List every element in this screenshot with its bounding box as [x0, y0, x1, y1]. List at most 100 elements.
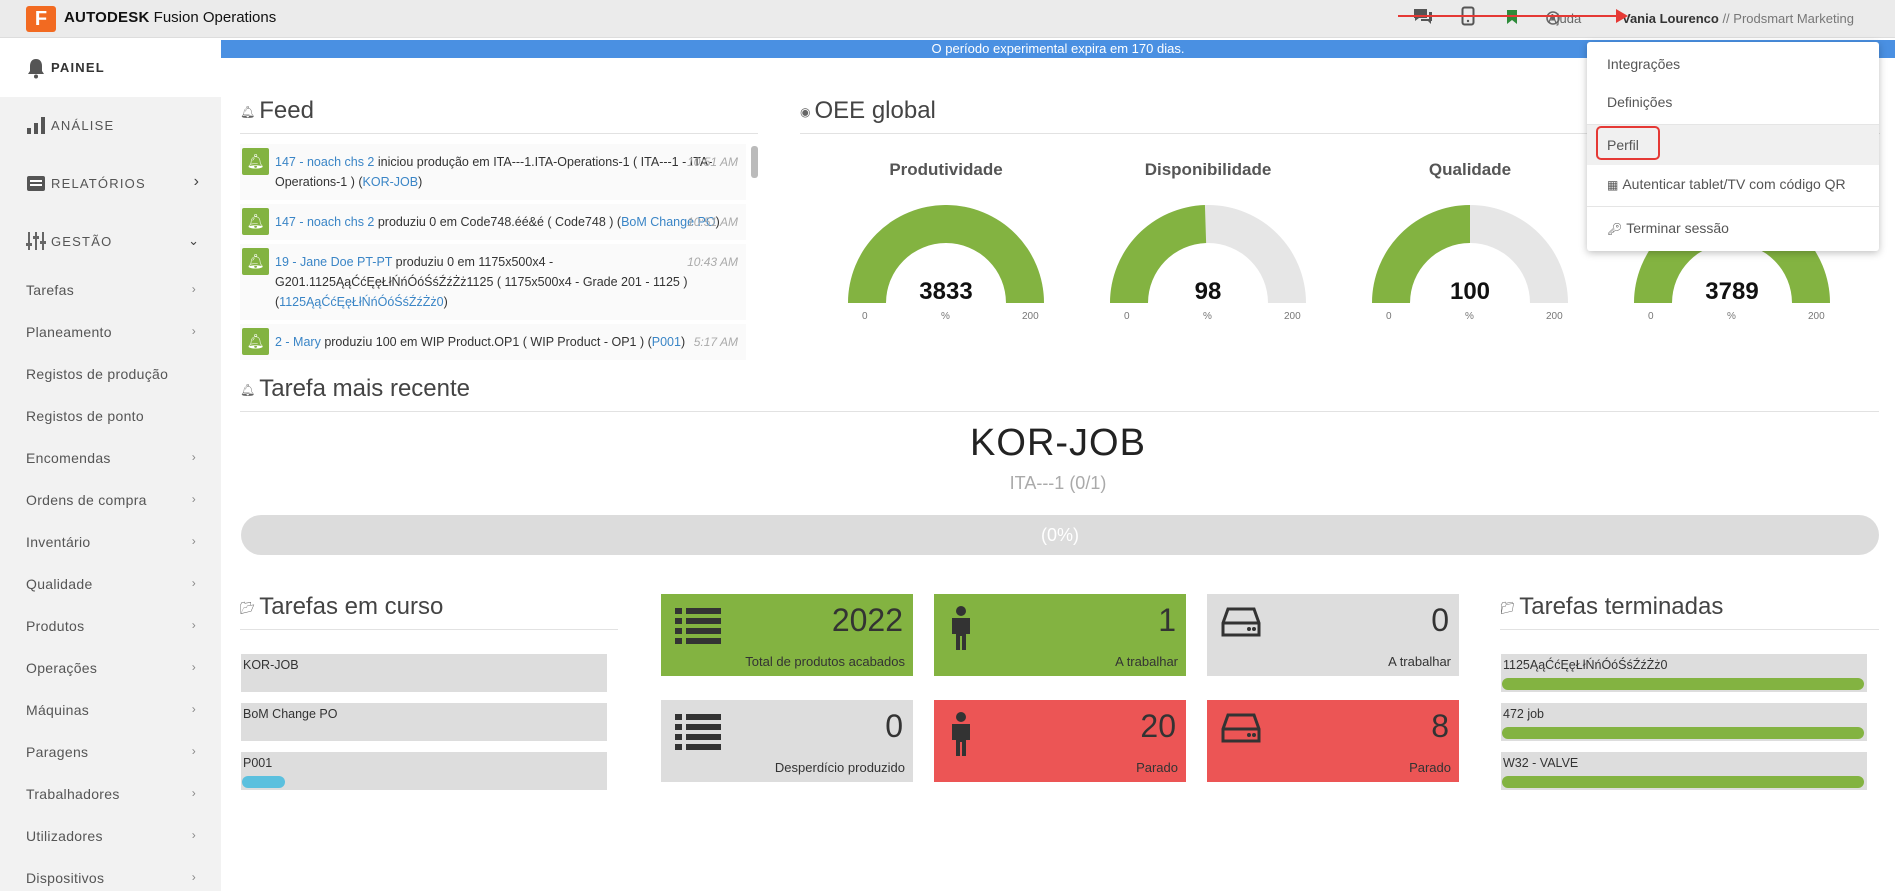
menu-item-logout[interactable]: 🔑︎ Terminar sessão	[1587, 208, 1879, 248]
management-icon	[26, 231, 48, 253]
feed-task-link[interactable]: KOR-JOB	[363, 175, 419, 189]
sidebar-item-qualidade[interactable]: Qualidade ›	[26, 576, 196, 592]
gauge-min: 0	[1124, 311, 1130, 322]
bell-icon: 🔔︎	[242, 328, 269, 355]
sidebar-item-encomendas[interactable]: Encomendas ›	[26, 450, 196, 466]
list-item[interactable]: BoM Change PO	[241, 703, 607, 741]
chevron-right-icon: ›	[191, 618, 196, 632]
sidebar-item-label: Dispositivos	[26, 870, 105, 886]
tile-waste: 0 Desperdício produzido	[661, 700, 913, 782]
list-item[interactable]: KOR-JOB	[241, 654, 607, 692]
list-item-progress	[1502, 727, 1864, 739]
chevron-right-icon: ›	[191, 282, 196, 296]
folder-icon: 📁︎	[1500, 600, 1516, 615]
chevron-right-icon: ›	[191, 534, 196, 548]
sidebar-item-label: ANÁLISE	[51, 118, 115, 133]
sidebar-item-label: Ordens de compra	[26, 492, 147, 508]
bell-icon: 🔔︎	[242, 208, 269, 235]
gauge-max: 200	[1808, 311, 1825, 322]
sidebar-item-label: Qualidade	[26, 576, 93, 592]
feed-list[interactable]: 🔔︎ 147 - noach chs 2 iniciou produção em…	[240, 144, 746, 366]
menu-item-integracoes[interactable]: Integrações	[1587, 44, 1879, 84]
sidebar-item-paragens[interactable]: Paragens ›	[26, 744, 196, 760]
chevron-right-icon: ›	[191, 702, 196, 716]
app-title[interactable]: AUTODESK Fusion Operations	[64, 9, 276, 26]
sidebar-item-analise[interactable]: ANÁLISE	[0, 97, 221, 155]
list-item-progress	[1502, 678, 1864, 690]
sidebar-item-label: Encomendas	[26, 450, 111, 466]
sidebar-item-produtos[interactable]: Produtos ›	[26, 618, 196, 634]
sidebar-item-inventario[interactable]: Inventário ›	[26, 534, 196, 550]
sidebar-item-utilizadores[interactable]: Utilizadores ›	[26, 828, 196, 844]
gauge-max: 200	[1546, 311, 1563, 322]
gauge-produtividade: Produtividade 3833 0 % 200	[846, 160, 1046, 330]
menu-item-label: Autenticar tablet/TV com código QR	[1622, 176, 1846, 192]
gauge-disponibilidade: Disponibilidade 98 0 % 200	[1108, 160, 1308, 330]
user-name: Vania Lourenco	[1622, 11, 1719, 26]
menu-divider	[1587, 206, 1879, 207]
sidebar-item-label: Inventário	[26, 534, 91, 550]
chevron-right-icon: ›	[191, 450, 196, 464]
sidebar-item-label: Paragens	[26, 744, 89, 760]
sidebar-item-painel[interactable]: PAINEL	[0, 39, 221, 97]
sidebar-item-tarefas[interactable]: Tarefas ›	[26, 282, 196, 298]
feed-user-link[interactable]: 2 - Mary	[275, 335, 321, 349]
sidebar-item-relatorios[interactable]: RELATÓRIOS ›	[0, 155, 221, 213]
worker-icon	[948, 606, 974, 655]
report-icon	[26, 173, 48, 195]
feed-scrollbar[interactable]	[751, 146, 758, 178]
sidebar-item-maquinas[interactable]: Máquinas ›	[26, 702, 196, 718]
recent-task-progress: (0%)	[241, 515, 1879, 555]
gauge-label: Disponibilidade	[1144, 160, 1272, 179]
chevron-right-icon: ›	[191, 660, 196, 674]
list-item[interactable]: 1125ĄąĆćĘęŁłŃńÓóŚśŹźŻż0	[1501, 654, 1867, 692]
oee-title-text: OEE global	[814, 97, 936, 124]
tablet-icon[interactable]	[1455, 6, 1481, 32]
list-item-progress	[242, 776, 286, 788]
menu-item-definicoes[interactable]: Definições	[1587, 82, 1879, 122]
bell-icon: 🔔︎	[242, 148, 269, 175]
tile-machines-stopped: 8 Parado	[1207, 700, 1459, 782]
gauge-qualidade: Qualidade 100 0 % 200	[1370, 160, 1570, 330]
feed-title: 🔔︎ Feed	[240, 97, 758, 134]
fusion-logo-icon[interactable]: F	[26, 6, 56, 32]
sidebar-item-registos-producao[interactable]: Registos de produção	[26, 366, 196, 382]
in-progress-title: 📂︎ Tarefas em curso	[240, 593, 618, 630]
feed-user-link[interactable]: 147 - noach chs 2	[275, 215, 374, 229]
sidebar-item-trabalhadores[interactable]: Trabalhadores ›	[26, 786, 196, 802]
list-item[interactable]: W32 - VALVE	[1501, 752, 1867, 790]
feed-user-link[interactable]: 19 - Jane Doe PT-PT	[275, 255, 392, 269]
sidebar-item-operacoes[interactable]: Operações ›	[26, 660, 196, 676]
feed-title-text: Feed	[259, 97, 314, 124]
bookmark-icon[interactable]	[1499, 6, 1525, 32]
help-link[interactable]: Ajuda	[1548, 11, 1581, 26]
feed-time: 10:51 AM	[687, 215, 738, 229]
annotation-arrow	[1398, 9, 1628, 23]
key-icon: 🔑︎	[1607, 222, 1623, 236]
gauge-value: 3833	[919, 278, 973, 305]
sidebar-item-gestao[interactable]: GESTÃO ⌄	[0, 213, 221, 271]
sidebar-item-dispositivos[interactable]: Dispositivos ›	[26, 870, 196, 886]
feed-text: produziu 0 em Code748.éé&é ( Code748 ) (	[374, 215, 622, 229]
feed-task-link[interactable]: 1125ĄąĆćĘęŁłŃńÓóŚśŹźŻż0	[279, 295, 443, 309]
feed-task-link[interactable]: P001	[652, 335, 681, 349]
sidebar-item-label: Planeamento	[26, 324, 112, 340]
tile-machines-working: 0 A trabalhar	[1207, 594, 1459, 676]
list-icon	[675, 712, 721, 757]
feed-user-link[interactable]: 147 - noach chs 2	[275, 155, 374, 169]
recent-task-name[interactable]: KOR-JOB	[221, 422, 1895, 465]
sidebar-item-planeamento[interactable]: Planeamento ›	[26, 324, 196, 340]
list-item[interactable]: P001	[241, 752, 607, 790]
recent-task-operation: ITA---1 (0/1)	[1009, 473, 1107, 493]
brand-name: AUTODESK	[64, 9, 150, 26]
list-item[interactable]: 472 job	[1501, 703, 1867, 741]
recent-task-title: 🔔︎ Tarefa mais recente	[240, 375, 1879, 412]
user-menu[interactable]: Vania Lourenco // Prodsmart Marketing	[1622, 11, 1854, 26]
gauge-label: Produtividade	[889, 160, 1003, 179]
tile-label: Parado	[1136, 760, 1178, 775]
chat-icon[interactable]	[1410, 6, 1436, 32]
sidebar-item-registos-ponto[interactable]: Registos de ponto	[26, 408, 196, 424]
sidebar-item-label: Produtos	[26, 618, 85, 634]
menu-item-qr-auth[interactable]: ▦ Autenticar tablet/TV com código QR	[1587, 164, 1879, 204]
sidebar-item-ordens-compra[interactable]: Ordens de compra ›	[26, 492, 196, 508]
